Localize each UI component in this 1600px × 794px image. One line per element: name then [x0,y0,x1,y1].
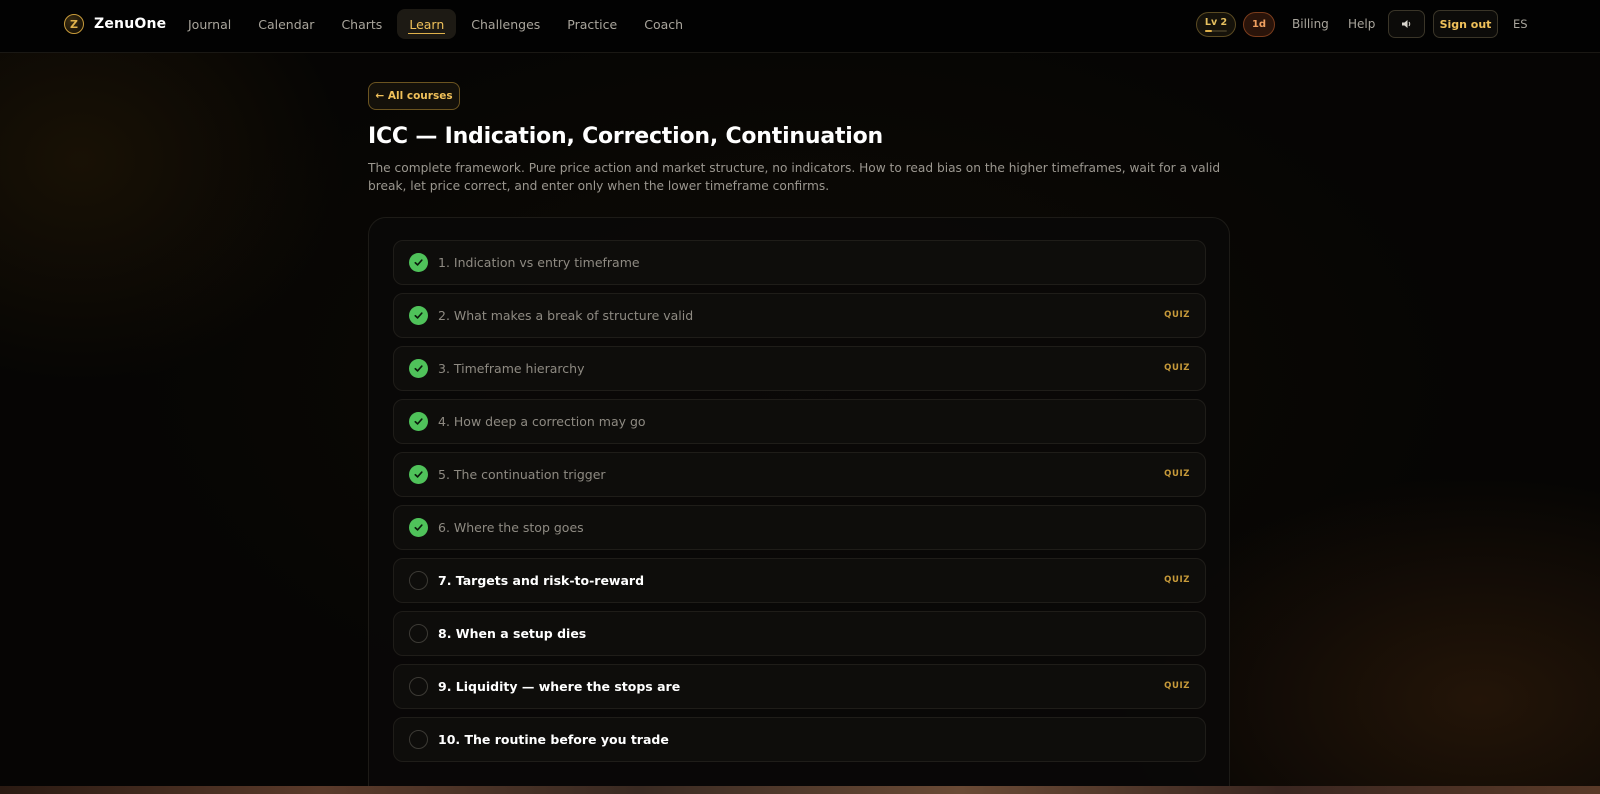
incomplete-circle-icon [409,730,428,749]
quiz-badge: QUIZ [1164,575,1190,585]
lesson-row[interactable]: 1. Indication vs entry timeframe [393,240,1206,285]
quiz-badge: QUIZ [1164,469,1190,479]
quiz-badge: QUIZ [1164,363,1190,373]
completed-check-icon [409,465,428,484]
lesson-row[interactable]: 9. Liquidity — where the stops are QUIZ [393,664,1206,709]
level-label: Lv 2 [1204,17,1228,28]
all-courses-back-button[interactable]: ← All courses [368,82,460,110]
quiz-badge: QUIZ [1164,310,1190,320]
bottom-decorative-strip [0,786,1600,794]
lesson-row[interactable]: 4. How deep a correction may go [393,399,1206,444]
lesson-label: 1. Indication vs entry timeframe [438,255,640,270]
course-description: The complete framework. Pure price actio… [368,161,1221,193]
nav-item-learn[interactable]: Learn [397,9,457,39]
lesson-label: 10. The routine before you trade [438,732,669,747]
incomplete-circle-icon [409,571,428,590]
nav-item-journal[interactable]: Journal [176,9,243,39]
brand-name: ZenuOne [94,16,167,32]
main-nav: Journal Calendar Charts Learn Challenges… [176,9,698,39]
completed-check-icon [409,518,428,537]
zenuone-logo-icon: Z [64,14,84,34]
lesson-label: 8. When a setup dies [438,626,587,641]
help-link[interactable]: Help [1348,17,1375,31]
nav-item-practice[interactable]: Practice [555,9,629,39]
lesson-row[interactable]: 7. Targets and risk-to-reward QUIZ [393,558,1206,603]
lesson-row[interactable]: 3. Timeframe hierarchy QUIZ [393,346,1206,391]
nav-item-calendar[interactable]: Calendar [246,9,326,39]
lesson-label: 5. The continuation trigger [438,467,606,482]
brand[interactable]: Z ZenuOne [64,14,166,34]
nav-item-coach[interactable]: Coach [632,9,695,39]
incomplete-circle-icon [409,624,428,643]
speaker-icon [1401,20,1410,28]
billing-link[interactable]: Billing [1292,17,1329,31]
lesson-row[interactable]: 2. What makes a break of structure valid… [393,293,1206,338]
level-badge[interactable]: Lv 2 [1196,12,1236,37]
lesson-label: 2. What makes a break of structure valid [438,308,694,323]
course-title: ICC — Indication, Correction, Continuati… [368,124,884,149]
language-toggle[interactable]: ES [1513,17,1528,31]
sign-out-button[interactable]: Sign out [1433,10,1498,38]
streak-badge[interactable]: 1d [1243,12,1275,37]
lesson-label: 4. How deep a correction may go [438,414,646,429]
completed-check-icon [409,412,428,431]
level-progress-bar [1205,30,1227,32]
incomplete-circle-icon [409,677,428,696]
nav-item-charts[interactable]: Charts [329,9,394,39]
sound-toggle-button[interactable] [1388,10,1425,38]
completed-check-icon [409,306,428,325]
lesson-label: 6. Where the stop goes [438,520,584,535]
lesson-row[interactable]: 6. Where the stop goes [393,505,1206,550]
lesson-label: 3. Timeframe hierarchy [438,361,585,376]
nav-item-challenges[interactable]: Challenges [459,9,552,39]
lesson-row[interactable]: 8. When a setup dies [393,611,1206,656]
quiz-badge: QUIZ [1164,681,1190,691]
lesson-row[interactable]: 10. The routine before you trade [393,717,1206,762]
completed-check-icon [409,359,428,378]
completed-check-icon [409,253,428,272]
lesson-row[interactable]: 5. The continuation trigger QUIZ [393,452,1206,497]
lesson-label: 7. Targets and risk-to-reward [438,573,645,588]
lesson-label: 9. Liquidity — where the stops are [438,679,681,694]
level-progress-fill [1205,30,1212,32]
